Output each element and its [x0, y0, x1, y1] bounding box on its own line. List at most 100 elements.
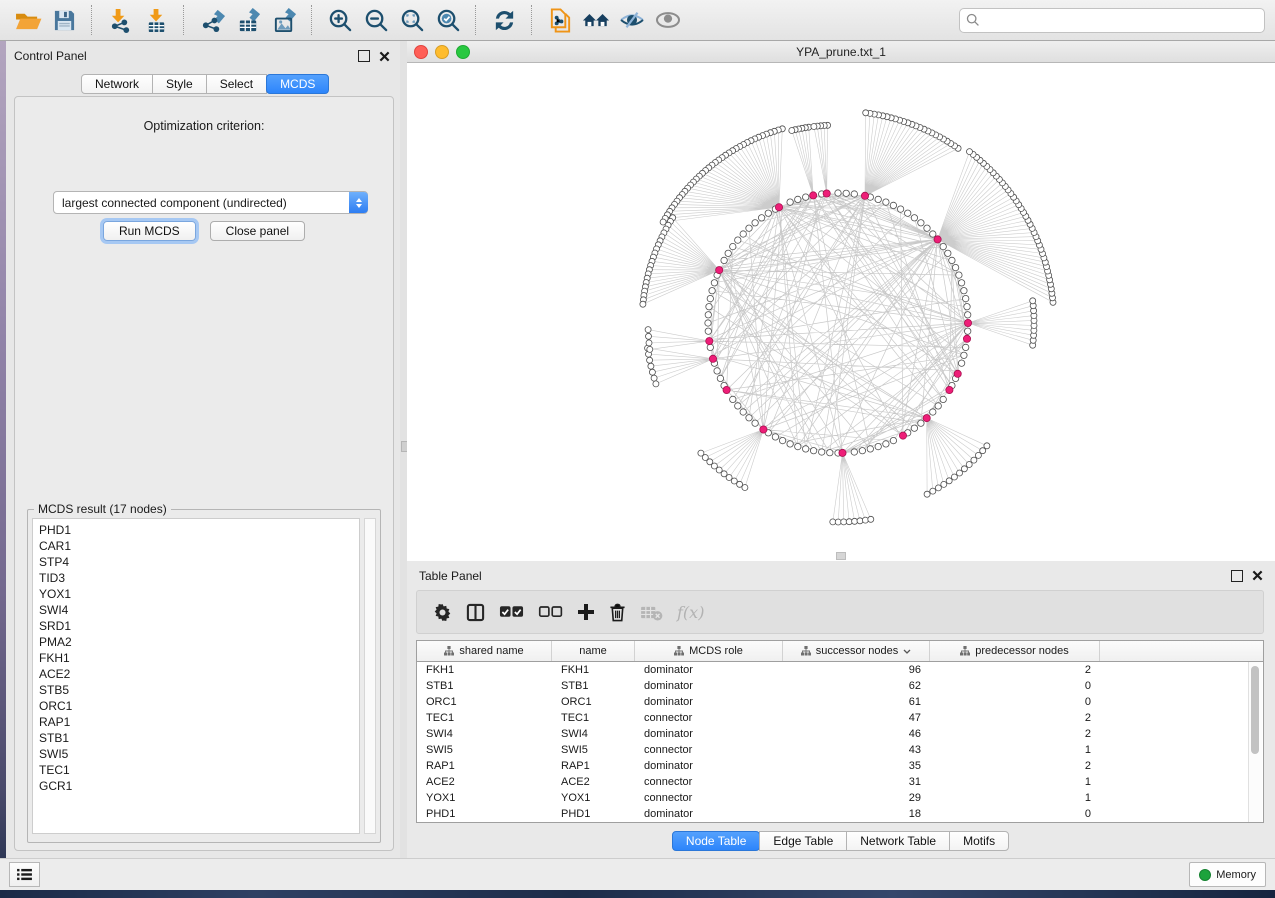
tab-motifs[interactable]: Motifs: [949, 831, 1009, 851]
mcds-result-item[interactable]: FKH1: [39, 650, 359, 666]
mcds-result-item[interactable]: GCR1: [39, 778, 359, 794]
delete-table-icon[interactable]: [640, 598, 663, 626]
network-document-icon[interactable]: [542, 3, 578, 37]
float-table-panel-icon[interactable]: [1231, 570, 1243, 582]
table-cell: 0: [930, 694, 1100, 710]
table-row[interactable]: ACE2ACE2connector311: [417, 774, 1263, 790]
tab-style[interactable]: Style: [152, 74, 207, 94]
table-panel: Table Panel f(x) shared namenameMCDS: [407, 561, 1275, 858]
table-row[interactable]: SWI4SWI4dominator462: [417, 726, 1263, 742]
optimization-criterion-select[interactable]: largest connected component (undirected): [53, 191, 368, 214]
toolbar-separator: [531, 5, 533, 35]
export-table-icon[interactable]: [230, 3, 266, 37]
zoom-fit-icon[interactable]: [394, 3, 430, 37]
search-box[interactable]: [959, 8, 1265, 33]
control-panel-title: Control Panel: [14, 49, 87, 63]
horizontal-splitter-grip[interactable]: [836, 552, 846, 560]
vertical-splitter[interactable]: [400, 41, 407, 858]
tab-network[interactable]: Network: [81, 74, 153, 94]
table-row[interactable]: TEC1TEC1connector472: [417, 710, 1263, 726]
network-canvas[interactable]: [407, 63, 1275, 561]
column-icon[interactable]: [466, 598, 485, 626]
select-all-icon[interactable]: [499, 598, 524, 626]
task-history-button[interactable]: [9, 862, 40, 887]
mcds-result-item[interactable]: RAP1: [39, 714, 359, 730]
network-titlebar[interactable]: YPA_prune.txt_1: [407, 41, 1275, 63]
refresh-icon[interactable]: [486, 3, 522, 37]
table-row[interactable]: PHD1PHD1dominator180: [417, 806, 1263, 822]
column-header-shared-name[interactable]: shared name: [417, 641, 552, 661]
table-row[interactable]: FKH1FKH1dominator962: [417, 662, 1263, 678]
open-folder-icon[interactable]: [10, 3, 46, 37]
table-cell: FKH1: [417, 662, 552, 678]
table-cell: 2: [930, 710, 1100, 726]
gear-icon[interactable]: [433, 598, 452, 626]
run-mcds-button[interactable]: Run MCDS: [103, 221, 196, 241]
table-row[interactable]: SWI5SWI5connector431: [417, 742, 1263, 758]
mcds-result-item[interactable]: ORC1: [39, 698, 359, 714]
mcds-result-item[interactable]: CAR1: [39, 538, 359, 554]
tab-node-table[interactable]: Node Table: [672, 831, 761, 851]
table-cell: dominator: [635, 694, 783, 710]
delete-icon[interactable]: [609, 598, 626, 626]
table-cell: SWI4: [417, 726, 552, 742]
tab-mcds[interactable]: MCDS: [266, 74, 329, 94]
control-panel-header: Control Panel: [6, 41, 400, 69]
mcds-result-item[interactable]: PHD1: [39, 522, 359, 538]
search-input[interactable]: [980, 12, 1258, 28]
table-header-row: shared namenameMCDS rolesuccessor nodesp…: [417, 641, 1263, 662]
table-cell: 2: [930, 758, 1100, 774]
mcds-result-item[interactable]: STP4: [39, 554, 359, 570]
column-header-name[interactable]: name: [552, 641, 635, 661]
tab-select[interactable]: Select: [206, 74, 267, 94]
mcds-hub-node: [946, 386, 953, 393]
mcds-result-item[interactable]: ACE2: [39, 666, 359, 682]
mcds-result-item[interactable]: TID3: [39, 570, 359, 586]
mcds-result-list[interactable]: PHD1CAR1STP4TID3YOX1SWI4SRD1PMA2FKH1ACE2…: [32, 518, 360, 834]
export-image-icon[interactable]: [266, 3, 302, 37]
mcds-result-item[interactable]: SWI4: [39, 602, 359, 618]
table-row[interactable]: ORC1ORC1dominator610: [417, 694, 1263, 710]
mcds-list-scrollbar[interactable]: [364, 518, 376, 834]
table-cell: 62: [783, 678, 930, 694]
column-header-successor-nodes[interactable]: successor nodes: [783, 641, 930, 661]
function-icon[interactable]: f(x): [677, 598, 704, 626]
table-cell: FKH1: [552, 662, 635, 678]
mcds-result-item[interactable]: YOX1: [39, 586, 359, 602]
import-table-icon[interactable]: [138, 3, 174, 37]
home-networks-icon[interactable]: [578, 3, 614, 37]
float-panel-icon[interactable]: [358, 50, 370, 62]
toolbar-separator: [91, 5, 93, 35]
table-row[interactable]: STB1STB1dominator620: [417, 678, 1263, 694]
tab-edge-table[interactable]: Edge Table: [759, 831, 847, 851]
table-row[interactable]: YOX1YOX1connector291: [417, 790, 1263, 806]
mcds-result-item[interactable]: SWI5: [39, 746, 359, 762]
column-header-predecessor-nodes[interactable]: predecessor nodes: [930, 641, 1100, 661]
deselect-all-icon[interactable]: [538, 598, 563, 626]
hide-eye-icon[interactable]: [614, 3, 650, 37]
mcds-result-item[interactable]: PMA2: [39, 634, 359, 650]
mcds-result-item[interactable]: TEC1: [39, 762, 359, 778]
close-panel-icon[interactable]: [379, 51, 390, 62]
table-scrollbar[interactable]: [1248, 662, 1262, 822]
memory-button[interactable]: Memory: [1189, 862, 1266, 887]
close-table-panel-icon[interactable]: [1252, 570, 1263, 581]
import-network-icon[interactable]: [102, 3, 138, 37]
mcds-tab-pane: Optimization criterion: largest connecte…: [14, 96, 394, 851]
zoom-selected-icon[interactable]: [430, 3, 466, 37]
table-scrollbar-thumb[interactable]: [1251, 666, 1259, 754]
network-graph[interactable]: [407, 63, 1275, 561]
save-icon[interactable]: [46, 3, 82, 37]
column-header-MCDS-role[interactable]: MCDS role: [635, 641, 783, 661]
mcds-result-item[interactable]: STB1: [39, 730, 359, 746]
export-network-icon[interactable]: [194, 3, 230, 37]
tab-network-table[interactable]: Network Table: [846, 831, 950, 851]
table-row[interactable]: RAP1RAP1dominator352: [417, 758, 1263, 774]
mcds-result-item[interactable]: STB5: [39, 682, 359, 698]
add-column-icon[interactable]: [577, 598, 595, 626]
show-eye-icon[interactable]: [650, 3, 686, 37]
mcds-result-item[interactable]: SRD1: [39, 618, 359, 634]
zoom-out-icon[interactable]: [358, 3, 394, 37]
zoom-in-icon[interactable]: [322, 3, 358, 37]
close-panel-button[interactable]: Close panel: [210, 221, 305, 241]
